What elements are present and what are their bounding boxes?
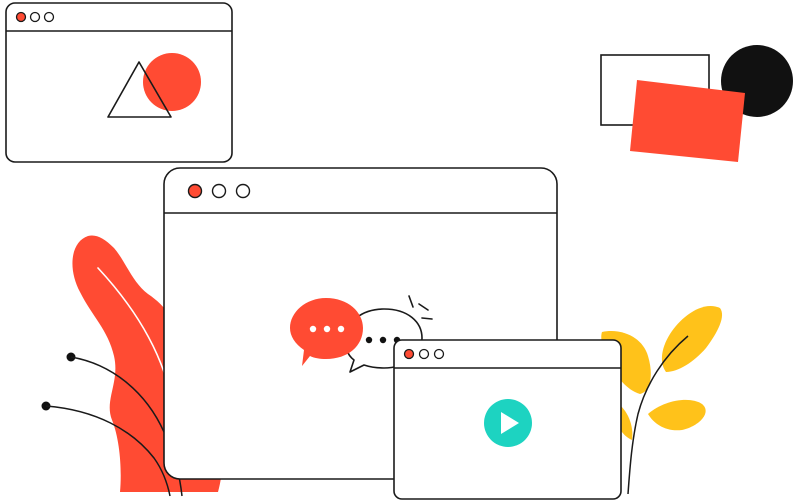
- video-window-minimize-dot: [418, 348, 430, 360]
- chat-dot: [337, 325, 345, 333]
- illustration-canvas: [5, 2, 793, 500]
- small-browser-window: [5, 2, 233, 163]
- red-rectangle-shape: [630, 80, 745, 162]
- notification-spark: [421, 317, 433, 320]
- main-window-maximize-dot: [235, 183, 251, 199]
- video-window-maximize-dot: [433, 348, 445, 360]
- yellow-leaf-icon: [648, 399, 706, 431]
- video-player-window: [393, 339, 622, 500]
- typing-dot: [379, 336, 387, 344]
- small-window-minimize-dot: [29, 11, 41, 23]
- small-window-close-dot: [15, 11, 27, 23]
- small-window-maximize-dot: [43, 11, 55, 23]
- yellow-leaf-icon: [661, 306, 723, 372]
- typing-dot: [365, 336, 373, 344]
- chat-dot: [309, 325, 317, 333]
- play-button[interactable]: [484, 399, 532, 447]
- red-circle-shape: [143, 53, 201, 111]
- main-window-minimize-dot: [211, 183, 227, 199]
- abstract-shapes-group: [600, 45, 793, 162]
- main-window-close-dot: [187, 183, 203, 199]
- video-window-close-dot: [403, 348, 415, 360]
- chat-dot: [323, 325, 331, 333]
